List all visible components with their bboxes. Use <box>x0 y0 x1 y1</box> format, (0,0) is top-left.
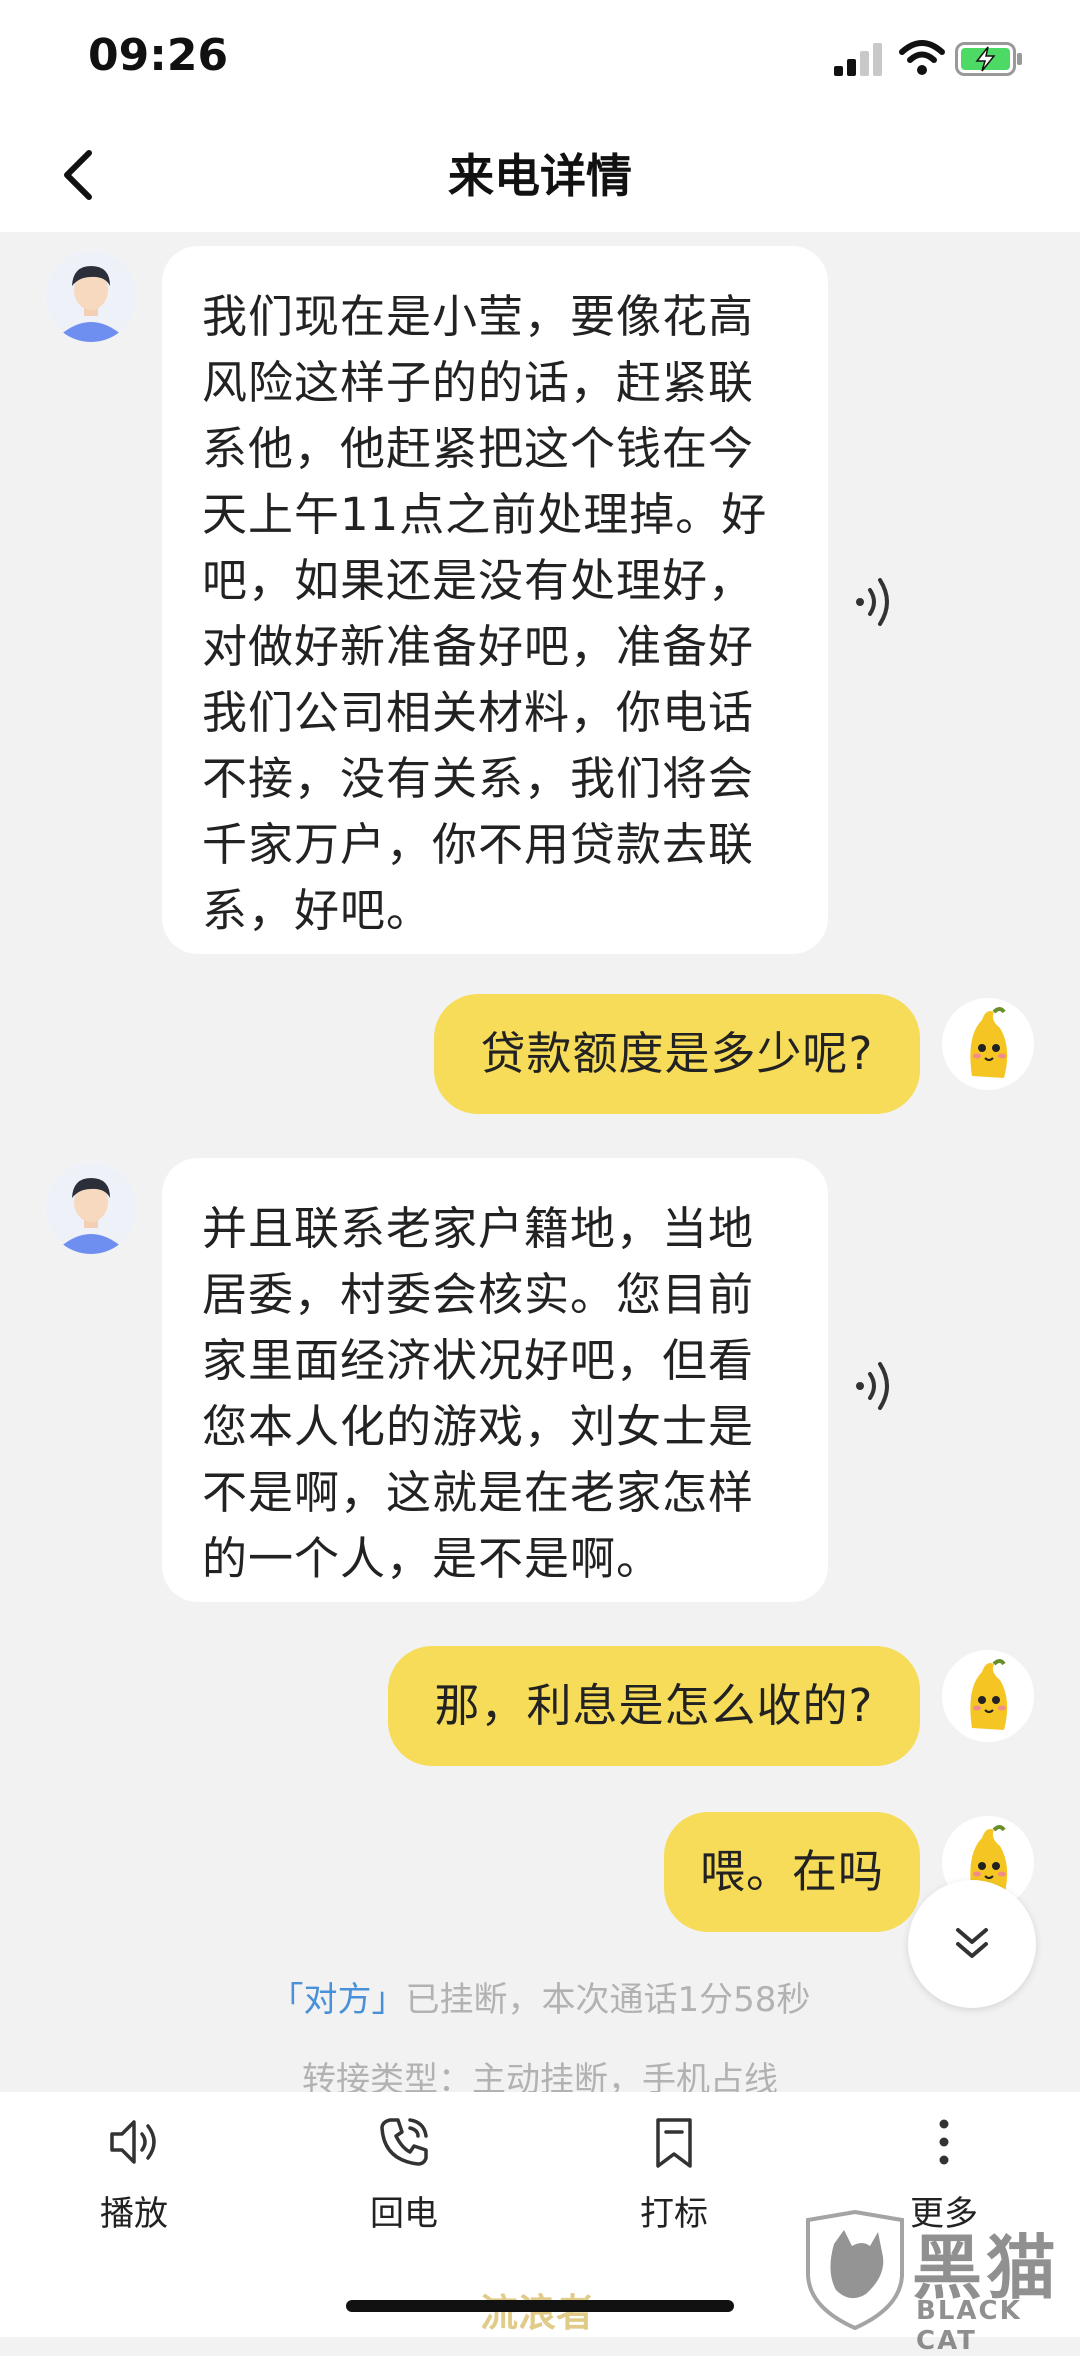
hangup-text: 已挂断，本次通话1分58秒 <box>405 1980 811 2020</box>
chat-list[interactable]: 我们现在是小莹，要像花高 风险这样子的的话，赶紧联 系他，他赶紧把这个钱在今 天… <box>0 232 1080 2092</box>
cellular-signal-icon <box>834 42 884 76</box>
voice-playback-icon[interactable] <box>852 572 898 632</box>
mark-button[interactable]: 打标 <box>584 2112 764 2235</box>
call-back-button[interactable]: 回电 <box>314 2112 494 2235</box>
status-time: 09:26 <box>88 30 229 81</box>
message-bubble-outgoing: 贷款额度是多少呢? <box>434 994 920 1114</box>
battery-charging-icon <box>955 42 1022 76</box>
home-indicator[interactable] <box>346 2300 734 2312</box>
double-chevron-down-icon <box>956 1928 988 1958</box>
mark-label: 打标 <box>640 2194 708 2234</box>
message-bubble-outgoing: 那，利息是怎么收的? <box>388 1646 920 1766</box>
watermark-subtext: BLACK CAT <box>916 2296 1022 2356</box>
user-avatar <box>942 1650 1034 1742</box>
play-button[interactable]: 播放 <box>44 2112 224 2235</box>
more-vertical-icon <box>939 2119 949 2165</box>
play-label: 播放 <box>100 2194 168 2234</box>
message-bubble-outgoing: 喂。在吗 <box>664 1812 920 1932</box>
user-avatar <box>942 998 1034 1090</box>
voice-playback-icon[interactable] <box>852 1356 898 1416</box>
caller-party-label[interactable]: 「对方」 <box>270 1980 406 2020</box>
caller-avatar <box>45 1162 137 1254</box>
wifi-icon <box>899 40 945 75</box>
call-back-label: 回电 <box>370 2194 438 2234</box>
scroll-to-bottom-button[interactable] <box>908 1880 1036 2008</box>
speaker-icon <box>110 2120 156 2164</box>
page-title: 来电详情 <box>448 149 632 203</box>
bookmark-icon <box>656 2118 692 2168</box>
black-cat-watermark: 黑猫 BLACK CAT <box>800 2210 1076 2356</box>
phone-icon <box>380 2118 428 2166</box>
caller-avatar <box>45 250 137 342</box>
message-bubble-incoming: 并且联系老家户籍地，当地 居委，村委会核实。您目前 家里面经济状况好吧，但看 您… <box>162 1158 828 1602</box>
top-bar: 09:26 来电详情 <box>0 0 1080 232</box>
cat-logo-icon <box>806 2210 904 2330</box>
message-bubble-incoming: 我们现在是小莹，要像花高 风险这样子的的话，赶紧联 系他，他赶紧把这个钱在今 天… <box>162 246 828 954</box>
transfer-type-text: 转接类型：主动挂断，手机占线 <box>302 2060 778 2092</box>
